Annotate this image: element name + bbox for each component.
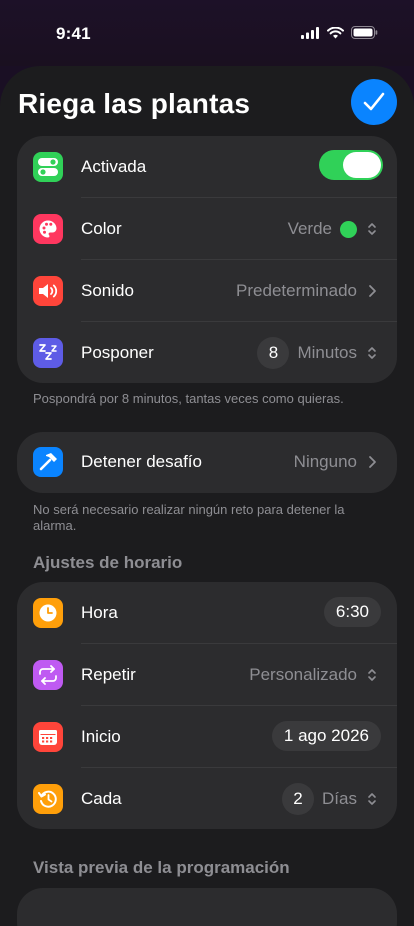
- chevron-up-down-icon: [368, 347, 376, 359]
- activada-label: Activada: [81, 157, 147, 176]
- chevron-up-down-icon: [368, 669, 376, 681]
- history-icon: [33, 784, 63, 814]
- inicio-label: Inicio: [81, 727, 121, 746]
- preview-section-header: Vista previa de la programación: [33, 858, 290, 877]
- snooze-icon: [33, 338, 63, 368]
- row-hora[interactable]: Hora 6:30: [17, 582, 397, 644]
- cada-number[interactable]: 2: [282, 783, 315, 815]
- hora-label: Hora: [81, 603, 118, 622]
- chevron-up-down-icon: [368, 223, 376, 235]
- row-repetir[interactable]: Repetir Personalizado: [17, 644, 397, 706]
- row-activada: Activada: [17, 136, 397, 198]
- hora-pill[interactable]: 6:30: [323, 597, 381, 627]
- wifi-icon: [327, 26, 344, 38]
- main-settings-card: Activada Color Verde Sonido Predetermina…: [17, 136, 397, 383]
- challenge-card: Detener desafío Ninguno: [17, 432, 397, 493]
- speaker-icon: [33, 276, 63, 306]
- cada-value: 2 Días: [282, 783, 379, 815]
- toggle-icon: [33, 152, 63, 182]
- repeat-icon: [33, 660, 63, 690]
- chevron-right-icon: [369, 285, 376, 297]
- sonido-value-text: Predeterminado: [236, 281, 357, 300]
- alarm-sheet: Riega las plantas Activada Color Verde S…: [0, 66, 414, 926]
- repetir-label: Repetir: [81, 665, 136, 684]
- color-label: Color: [81, 219, 122, 238]
- battery-icon: [351, 26, 378, 39]
- inicio-pill[interactable]: 1 ago 2026: [271, 721, 381, 751]
- color-swatch: [340, 220, 357, 238]
- row-color[interactable]: Color Verde: [17, 198, 397, 260]
- row-sonido[interactable]: Sonido Predeterminado: [17, 260, 397, 322]
- horario-section-header: Ajustes de horario: [33, 553, 183, 572]
- posponer-number[interactable]: 8: [257, 337, 290, 369]
- row-detener-desafio[interactable]: Detener desafío Ninguno: [17, 432, 397, 494]
- chevron-right-icon: [369, 456, 376, 468]
- row-inicio[interactable]: Inicio 1 ago 2026: [17, 706, 397, 768]
- color-value-text: Verde: [287, 219, 332, 238]
- schedule-card: Hora 6:30 Repetir Personalizado Inicio 1…: [17, 582, 397, 829]
- hammer-icon: [33, 447, 63, 477]
- desafio-value: Ninguno: [294, 452, 379, 472]
- posponer-value: 8 Minutos: [257, 337, 379, 369]
- status-bar: 9:41: [0, 0, 414, 66]
- repetir-value-text: Personalizado: [249, 665, 357, 684]
- repetir-value: Personalizado: [249, 665, 379, 685]
- color-value: Verde: [288, 219, 379, 239]
- posponer-unit[interactable]: Minutos: [297, 343, 357, 363]
- cada-unit[interactable]: Días: [322, 789, 357, 809]
- posponer-footer: Pospondrá por 8 minutos, tantas veces co…: [33, 391, 344, 406]
- desafio-footer: No será necesario realizar ningún reto p…: [33, 502, 345, 533]
- status-time: 9:41: [56, 24, 91, 43]
- toggle-knob: [343, 152, 381, 178]
- posponer-label: Posponer: [81, 343, 154, 362]
- row-posponer[interactable]: Posponer 8 Minutos: [17, 322, 397, 384]
- preview-card: [17, 888, 397, 926]
- palette-icon: [33, 214, 63, 244]
- status-icons: [301, 26, 378, 39]
- chevron-up-down-icon: [368, 793, 376, 805]
- desafio-value-text: Ninguno: [293, 452, 357, 471]
- sonido-value: Predeterminado: [236, 281, 379, 301]
- cellular-signal-icon: [301, 26, 319, 39]
- clock-icon: [33, 598, 63, 628]
- calendar-icon: [33, 722, 63, 752]
- checkmark-icon: [363, 92, 385, 111]
- row-cada[interactable]: Cada 2 Días: [17, 768, 397, 830]
- page-title: Riega las plantas: [18, 88, 251, 119]
- done-button[interactable]: [351, 79, 397, 125]
- cada-label: Cada: [81, 789, 122, 808]
- activada-toggle[interactable]: [319, 150, 383, 180]
- hora-value: 6:30: [323, 597, 381, 627]
- inicio-value: 1 ago 2026: [271, 721, 381, 751]
- sonido-label: Sonido: [81, 281, 134, 300]
- desafio-label: Detener desafío: [81, 452, 202, 471]
